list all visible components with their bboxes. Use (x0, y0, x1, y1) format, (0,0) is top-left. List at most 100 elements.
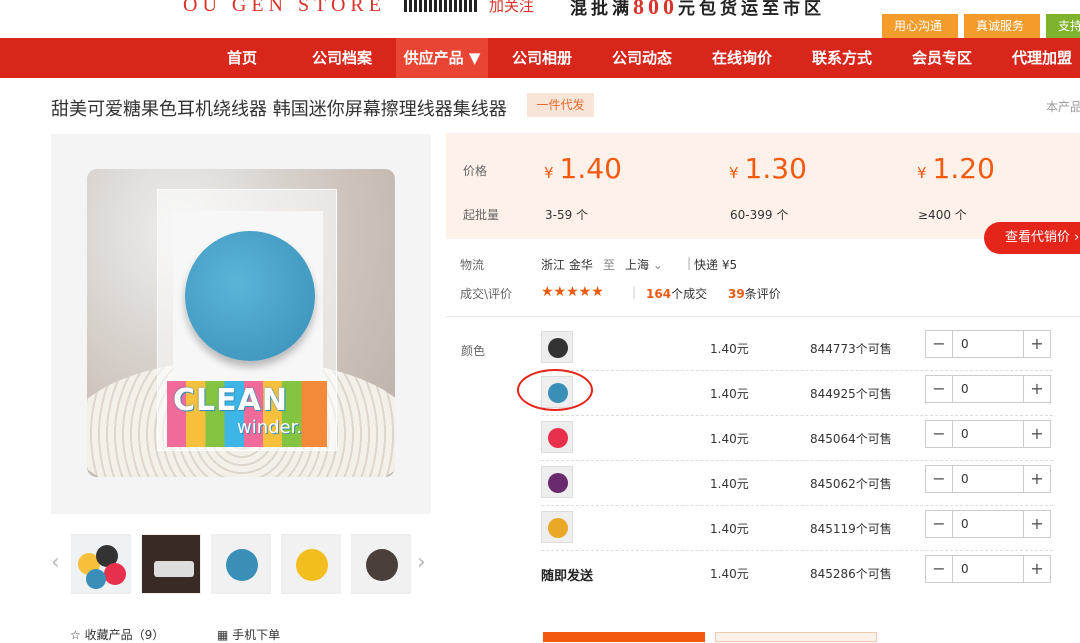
sku-row: 1.40元 844925个可售 − 0 + (541, 371, 1053, 416)
quantity-input[interactable]: 0 (953, 421, 1023, 447)
price-tier-3: ¥1.20 (917, 152, 995, 185)
nav-item-home[interactable]: 首页 (205, 38, 279, 78)
logistics-to-select[interactable]: 上海 ⌄ (625, 256, 663, 273)
moq-range-3: ≥400 个 (918, 208, 967, 222)
promo-amount: 800 (633, 0, 678, 19)
right-note: 本产品 (1046, 100, 1080, 114)
sku-swatch-image[interactable] (541, 511, 573, 543)
thumbnail-in-use[interactable] (141, 534, 201, 594)
thumbnail-multi-color[interactable] (71, 534, 131, 594)
sku-swatch-image[interactable] (541, 331, 573, 363)
mobile-order-link[interactable]: ▦ 手机下单 (217, 626, 280, 643)
logistics-to-word: 至 (603, 258, 616, 272)
add-to-cart-button[interactable] (715, 632, 877, 642)
view-agent-price-button[interactable]: 查看代销价 › (984, 222, 1080, 254)
nav-item-members[interactable]: 会员专区 (902, 38, 982, 78)
increment-button[interactable]: + (1023, 331, 1050, 357)
reviews-count-link[interactable]: 39条评价 (728, 285, 781, 302)
deals-count-link[interactable]: 164个成交 (646, 285, 707, 302)
sku-price: 1.40元 (710, 522, 749, 536)
label-clean-text: CLEAN (173, 383, 288, 418)
blue-winder (185, 231, 315, 361)
service-tab-support[interactable]: 支持 (1046, 14, 1080, 38)
sku-stock: 844925个可售 (810, 387, 892, 401)
decrement-button[interactable]: − (926, 331, 953, 357)
label-winder-text: winder. (237, 417, 303, 438)
separator: | (687, 256, 692, 270)
main-product-image[interactable]: CLEAN winder. (51, 134, 431, 514)
sku-swatch-image[interactable] (541, 466, 573, 498)
quantity-input[interactable]: 0 (953, 376, 1023, 402)
nav-item-news[interactable]: 公司动态 (602, 38, 682, 78)
price-tier-2: ¥1.30 (729, 152, 807, 185)
promo-prefix: 混批满 (570, 0, 633, 18)
sku-stock: 845286个可售 (810, 567, 892, 581)
sku-price: 1.40元 (710, 432, 749, 446)
quantity-input[interactable]: 0 (953, 511, 1023, 537)
quantity-stepper: − 0 + (925, 420, 1051, 448)
thumb-prev-icon[interactable]: ‹ (51, 550, 60, 575)
favorite-label: 收藏产品（9） (84, 628, 165, 642)
qr-code-icon (404, 0, 478, 12)
decrement-button[interactable]: − (926, 421, 953, 447)
quantity-input[interactable]: 0 (953, 466, 1023, 492)
currency-symbol: ¥ (729, 164, 739, 182)
follow-link[interactable]: 加关注 (489, 0, 534, 16)
sku-name[interactable]: 随即发送 (541, 565, 593, 584)
price-label: 价格 (463, 164, 488, 178)
swatch-dot (104, 563, 126, 585)
thumbnail-strip: ‹ › (51, 534, 431, 594)
quantity-input[interactable]: 0 (953, 331, 1023, 357)
decrement-button[interactable]: − (926, 376, 953, 402)
price-value: 1.20 (932, 152, 995, 185)
thumbnail-blue[interactable] (211, 534, 271, 594)
price-value: 1.40 (559, 152, 622, 185)
favorite-link[interactable]: ☆ 收藏产品（9） (70, 626, 164, 643)
deals-count: 164 (646, 287, 672, 301)
reviews-label: 成交\评价 (460, 287, 513, 301)
logistics-label: 物流 (460, 258, 485, 272)
increment-button[interactable]: + (1023, 466, 1050, 492)
increment-button[interactable]: + (1023, 376, 1050, 402)
buy-now-button[interactable] (543, 632, 705, 642)
product-photo: CLEAN winder. (87, 169, 395, 477)
store-name: OU GEN STORE (183, 0, 386, 16)
quantity-input[interactable]: 0 (953, 556, 1023, 582)
sku-swatch-image[interactable] (541, 421, 573, 453)
sku-row: 随即发送 1.40元 845286个可售 − 0 + (541, 551, 1053, 596)
nav-item-agency[interactable]: 代理加盟 (1002, 38, 1080, 78)
nav-item-album[interactable]: 公司相册 (502, 38, 582, 78)
sku-stock: 844773个可售 (810, 342, 892, 356)
decrement-button[interactable]: − (926, 466, 953, 492)
thumbnail-black[interactable] (351, 534, 411, 594)
sku-row: 1.40元 844773个可售 − 0 + (541, 326, 1053, 371)
nav-item-contact[interactable]: 联系方式 (802, 38, 882, 78)
service-tab-sincere[interactable]: 真诚服务 (964, 14, 1040, 38)
nav-item-company-profile[interactable]: 公司档案 (302, 38, 382, 78)
quantity-stepper: − 0 + (925, 510, 1051, 538)
decrement-button[interactable]: − (926, 511, 953, 537)
sku-price: 1.40元 (710, 567, 749, 581)
thumbnail-yellow[interactable] (281, 534, 341, 594)
increment-button[interactable]: + (1023, 511, 1050, 537)
highlight-circle (517, 369, 593, 411)
moq-range-1: 3-59 个 (545, 208, 589, 222)
decrement-button[interactable]: − (926, 556, 953, 582)
quantity-stepper: − 0 + (925, 375, 1051, 403)
dropship-tag: 一件代发 (527, 93, 594, 117)
swatch-dot (548, 518, 568, 538)
logistics-from: 浙江 金华 (541, 258, 593, 272)
currency-symbol: ¥ (544, 164, 554, 182)
swatch-dot (548, 428, 568, 448)
thumb-next-icon[interactable]: › (417, 550, 426, 575)
increment-button[interactable]: + (1023, 421, 1050, 447)
nav-item-inquiry[interactable]: 在线询价 (702, 38, 782, 78)
sku-row: 1.40元 845119个可售 − 0 + (541, 506, 1053, 551)
nav-item-products[interactable]: 供应产品 ▼ (396, 38, 488, 78)
service-tabs: 用心沟通 真诚服务 支持 (882, 14, 1080, 38)
service-tab-communication[interactable]: 用心沟通 (882, 14, 958, 38)
promo-banner: 混批满800元包货运至市区 (570, 0, 825, 20)
divider (446, 316, 1080, 317)
increment-button[interactable]: + (1023, 556, 1050, 582)
swatch-dot (366, 549, 398, 581)
